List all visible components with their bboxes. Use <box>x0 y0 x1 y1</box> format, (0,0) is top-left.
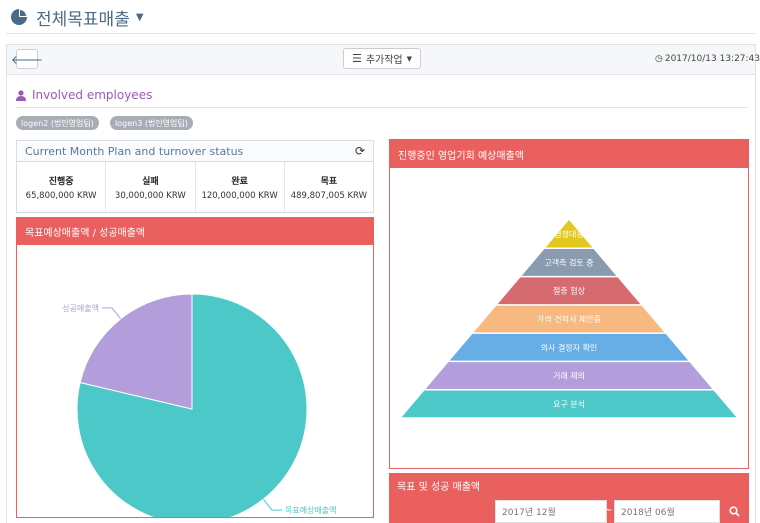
pyramid-level-label: 의사 결정자 확인 <box>541 342 598 352</box>
refresh-icon[interactable]: ⟳ <box>355 144 365 158</box>
pie-label: 성공매출액 <box>62 303 99 313</box>
status-header: Current Month Plan and turnover status ⟳ <box>16 140 374 162</box>
status-title: Current Month Plan and turnover status <box>25 144 244 158</box>
caret-down-icon: ▼ <box>406 54 413 63</box>
pyramid-level-label: 경쟁대응 <box>554 229 583 239</box>
stat-target: 목표 489,807,005 KRW <box>285 162 373 212</box>
add-work-button[interactable]: ☰ 추가작업 ▼ <box>343 48 421 69</box>
employee-tag: logen3 (법인영업팀) <box>110 116 193 130</box>
pyramid-chart: 경쟁대응고객측 검토 중절충 협상가격 견적서 제안중의사 결정자 확인거래 제… <box>401 220 737 418</box>
stat-in-progress: 진행중 65,800,000 KRW <box>17 162 107 212</box>
stat-value: 30,000,000 KRW <box>114 190 186 201</box>
add-work-label: 추가작업 <box>365 55 403 66</box>
involved-label: Involved employees <box>32 88 153 102</box>
back-button[interactable]: 🡐 <box>11 49 43 69</box>
stat-failed: 실패 30,000,000 KRW <box>106 162 196 212</box>
pie-label: 목표예상매출액 <box>285 505 337 515</box>
pyramid-level-label: 요구 분석 <box>553 399 585 409</box>
arrow-left-icon: 🡐 <box>10 52 44 67</box>
stat-value: 65,800,000 KRW <box>25 190 97 201</box>
stat-label: 진행중 <box>48 176 74 187</box>
clock-icon: ◷ <box>655 54 663 64</box>
stat-label: 실패 <box>142 176 159 187</box>
pyramid-level-label: 가격 견적서 제안중 <box>537 314 601 324</box>
pyramid-level-label: 고객측 검토 중 <box>544 257 593 267</box>
pyramid-card: 진행중인 영업기회 예상매출액 경쟁대응고객측 검토 중절충 협상가격 견적서 … <box>389 139 749 469</box>
range-end-input[interactable]: 2018년 06월 <box>614 500 720 523</box>
employee-tag: logen2 (법인영업팀) <box>16 116 99 130</box>
chevron-down-icon[interactable]: ▼ <box>136 12 144 23</box>
stat-label: 목표 <box>320 176 338 187</box>
pyramid-level-label: 거래 제의 <box>553 371 585 381</box>
range-separator: ~ <box>604 505 613 516</box>
stat-value: 120,000,000 KRW <box>201 190 278 201</box>
involved-divider <box>16 107 748 108</box>
range-card-title: 목표 및 성공 매출액 <box>389 473 749 497</box>
datetime-display: ◷ 2017/10/13 13:27:43 <box>655 54 760 64</box>
pie-label-line <box>101 307 122 320</box>
stat-value: 489,807,005 KRW <box>290 190 368 201</box>
status-summary: 진행중 65,800,000 KRW 실패 30,000,000 KRW 완료 … <box>16 162 374 213</box>
involved-employees-heading: Involved employees <box>16 88 152 102</box>
pie-label-line <box>262 498 283 511</box>
list-icon: ☰ <box>351 52 362 65</box>
pie-chart-icon <box>11 9 27 25</box>
page-title[interactable]: 전체목표매출 <box>36 5 130 30</box>
pyramid-level-label: 절충 협상 <box>553 286 586 296</box>
user-icon <box>16 89 26 101</box>
stat-completed: 완료 120,000,000 KRW <box>196 162 285 212</box>
page-header: 전체목표매출 ▼ <box>10 4 144 30</box>
search-icon <box>728 506 740 517</box>
range-start-input[interactable]: 2017년 12월 <box>495 500 607 523</box>
pie-card-title: 목표예상매출액 / 성공매출액 <box>17 218 373 245</box>
datetime-text: 2017/10/13 13:27:43 <box>664 54 760 64</box>
header-divider <box>6 33 756 34</box>
pie-chart: 목표예상매출액 성공매출액 <box>62 293 337 523</box>
pie-card: 목표예상매출액 / 성공매출액 목표예상매출액 성공매출액 <box>16 217 374 523</box>
search-button[interactable] <box>721 500 747 523</box>
pyramid-card-title: 진행중인 영업기회 예상매출액 <box>390 140 748 168</box>
stat-label: 완료 <box>231 176 248 187</box>
